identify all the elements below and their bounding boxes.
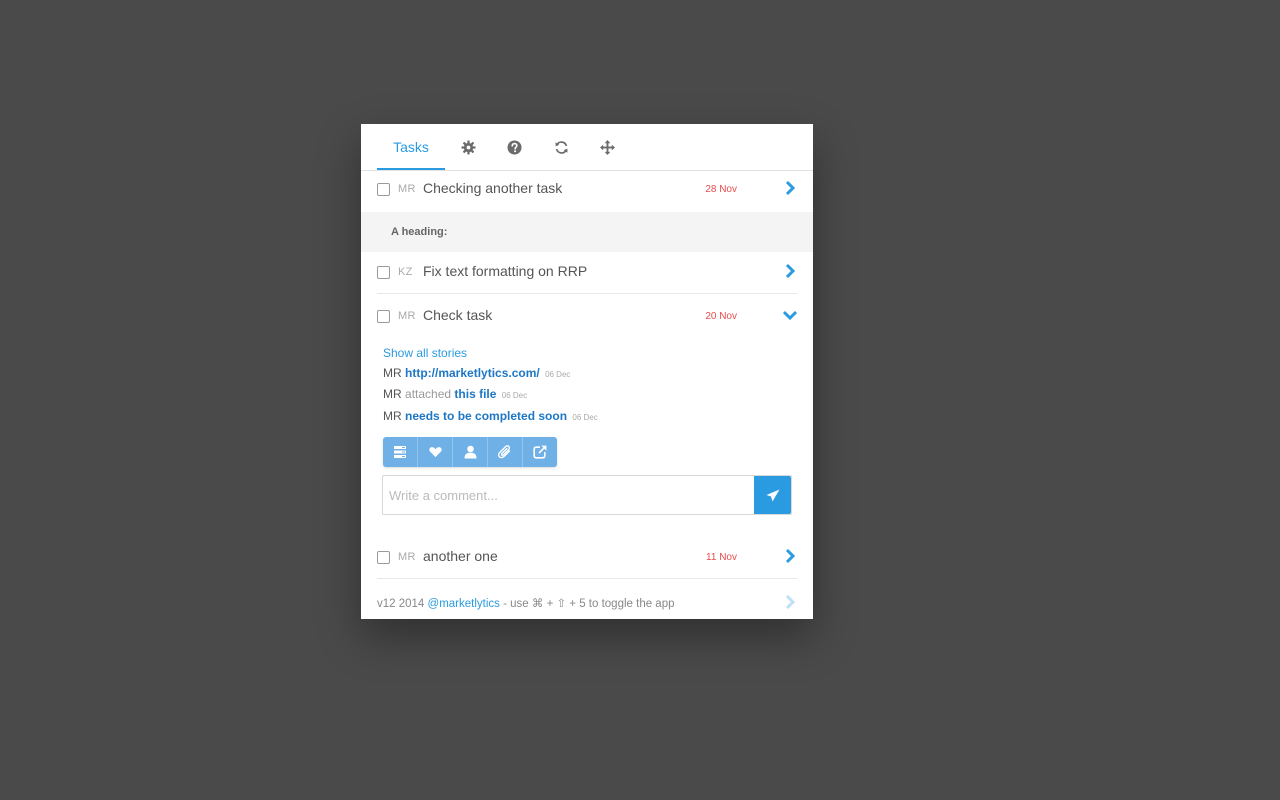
task-due-date: 11 Nov xyxy=(706,552,737,563)
story-author: MR xyxy=(383,387,402,401)
task-row-expanded[interactable]: MR Check task 20 Nov xyxy=(377,297,797,337)
story-item: MR http://marketlytics.com/ 06 Dec xyxy=(383,366,570,380)
task-title[interactable]: Check task xyxy=(423,307,492,323)
move-icon[interactable] xyxy=(597,137,617,157)
story-item: MR attached this file 06 Dec xyxy=(383,387,527,401)
task-assignee: MR xyxy=(398,183,416,195)
help-icon[interactable] xyxy=(504,137,524,157)
story-link[interactable]: http://marketlytics.com/ xyxy=(405,366,540,380)
task-title[interactable]: another one xyxy=(423,548,498,564)
show-all-stories-link[interactable]: Show all stories xyxy=(383,346,467,360)
gear-icon[interactable] xyxy=(458,137,478,157)
story-item: MR needs to be completed soon 06 Dec xyxy=(383,409,598,423)
footer-handle-link[interactable]: @marketlytics xyxy=(428,598,500,610)
story-link[interactable]: needs to be completed soon xyxy=(405,409,567,423)
story-verb: attached xyxy=(405,387,452,401)
story-author: MR xyxy=(383,409,402,423)
task-checkbox[interactable] xyxy=(377,551,390,564)
task-checkbox[interactable] xyxy=(377,310,390,323)
section-heading-label: A heading: xyxy=(391,226,448,238)
chevron-right-icon[interactable] xyxy=(783,180,797,196)
footer-shortcut-hint: - use ⌘ + ⇧ + 5 to toggle the app xyxy=(503,598,675,610)
task-checkbox[interactable] xyxy=(377,183,390,196)
tasks-panel: Tasks MR Checking another task 28 Nov A … xyxy=(361,124,813,619)
footer-version: v12 2014 xyxy=(377,598,425,610)
task-row[interactable]: MR another one 11 Nov xyxy=(377,538,797,579)
task-action-toolbar xyxy=(383,437,557,467)
chevron-right-icon[interactable] xyxy=(783,263,797,279)
task-assignee: KZ xyxy=(398,266,413,278)
external-link-icon[interactable] xyxy=(523,437,557,467)
send-comment-button[interactable] xyxy=(754,476,791,514)
section-heading: A heading: xyxy=(361,212,813,252)
heart-icon[interactable] xyxy=(418,437,453,467)
task-row[interactable]: KZ Fix text formatting on RRP xyxy=(377,253,797,294)
task-checkbox[interactable] xyxy=(377,266,390,279)
footer: v12 2014 @marketlytics - use ⌘ + ⇧ + 5 t… xyxy=(377,596,797,610)
story-date: 06 Dec xyxy=(501,391,528,400)
chevron-right-icon xyxy=(785,594,796,610)
tab-tasks[interactable]: Tasks xyxy=(377,124,445,170)
story-link[interactable]: this file xyxy=(454,387,496,401)
paperclip-icon[interactable] xyxy=(488,437,523,467)
task-title[interactable]: Checking another task xyxy=(423,180,562,196)
comment-input[interactable] xyxy=(383,476,749,514)
task-title[interactable]: Fix text formatting on RRP xyxy=(423,263,587,279)
story-date: 06 Dec xyxy=(572,413,598,422)
refresh-icon[interactable] xyxy=(551,137,571,157)
story-date: 06 Dec xyxy=(545,370,571,379)
task-due-date: 28 Nov xyxy=(705,184,737,195)
task-due-date: 20 Nov xyxy=(705,311,737,322)
list-icon[interactable] xyxy=(383,437,418,467)
task-stories: Show all stories MR http://marketlytics.… xyxy=(383,344,803,423)
story-author: MR xyxy=(383,366,402,380)
user-icon[interactable] xyxy=(453,437,488,467)
comment-box xyxy=(382,475,792,515)
task-assignee: MR xyxy=(398,551,416,563)
chevron-right-icon[interactable] xyxy=(783,548,797,564)
task-assignee: MR xyxy=(398,310,416,322)
send-icon xyxy=(766,489,779,501)
chevron-down-icon[interactable] xyxy=(783,307,797,323)
tab-bar: Tasks xyxy=(361,124,813,171)
task-row[interactable]: MR Checking another task 28 Nov xyxy=(377,170,797,210)
